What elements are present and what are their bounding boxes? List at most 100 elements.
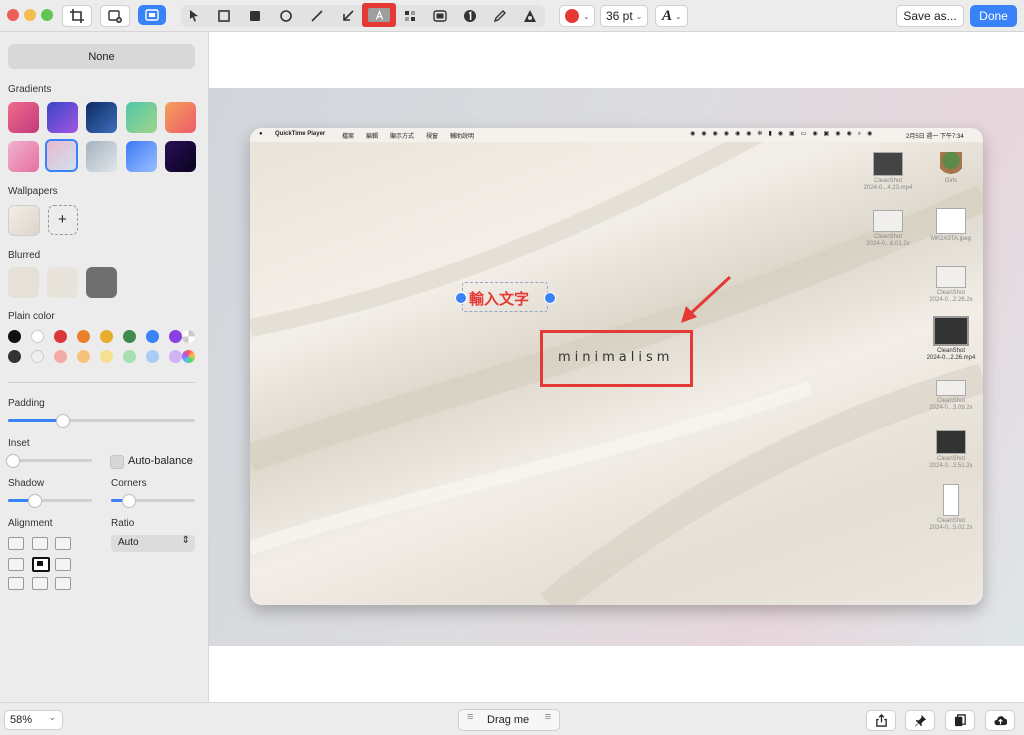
color-light-red[interactable] [54,350,67,363]
color-transparent[interactable] [182,330,195,343]
font-size-select[interactable]: 36 pt ⌄ [600,5,648,27]
close-window-button[interactable] [7,9,19,21]
pin-button[interactable] [905,710,935,731]
upload-cloud-button[interactable] [985,710,1015,731]
minimize-window-button[interactable] [24,9,36,21]
desktop-file-icon[interactable]: CleanShot 2024-0...3.09.2x [922,380,980,412]
corners-label: Corners [111,478,147,489]
align-middle-right[interactable] [55,558,71,571]
selected-color-swatch [565,9,579,23]
gradient-swatch[interactable] [47,102,78,133]
color-green[interactable] [123,330,136,343]
color-dark-gray[interactable] [8,350,21,363]
desktop-file-icon[interactable]: MK2A3TA.jpeg [922,208,980,243]
drag-handle-icon: ≡ [467,711,474,723]
done-button[interactable]: Done [970,5,1017,27]
color-light-purple[interactable] [169,350,182,363]
color-red[interactable] [54,330,67,343]
menubar-menu: 檔案 [342,134,355,140]
resize-handle-right[interactable] [544,292,556,304]
gradient-swatch[interactable] [8,102,39,133]
align-top-left[interactable] [8,537,24,550]
color-orange[interactable] [77,330,90,343]
pencil-tool[interactable] [487,5,513,27]
color-yellow[interactable] [100,330,113,343]
align-middle-left[interactable] [8,558,24,571]
gradient-swatch[interactable] [86,102,117,133]
pixelate-tool[interactable] [397,5,423,27]
highlight-tool[interactable] [427,5,453,27]
blur-tool[interactable] [517,5,543,27]
text-annotation-box[interactable]: 輸入文字 [462,282,548,312]
color-light-orange[interactable] [77,350,90,363]
color-blue[interactable] [146,330,159,343]
desktop-file-icon[interactable]: CleanShot 2024-0...2.26.mp4 [922,316,980,362]
desktop-file-icon[interactable]: CleanShot 2024-0...2.26.2x [922,266,980,304]
ellipse-tool[interactable] [273,5,299,27]
gradient-swatch[interactable] [86,141,117,172]
desktop-file-icon[interactable]: CleanShot 2024-0...6.01.2x [859,210,917,248]
align-bottom-right[interactable] [55,577,71,590]
add-image-button[interactable] [100,5,130,27]
padding-slider[interactable] [8,414,195,428]
blurred-swatch[interactable] [47,267,78,298]
text-tool[interactable] [362,3,396,27]
arrow-tool[interactable] [335,5,361,27]
gradient-swatch-selected[interactable] [45,139,78,172]
inset-slider[interactable] [6,454,92,468]
share-button[interactable] [866,710,896,731]
color-light-green[interactable] [123,350,136,363]
color-light-blue[interactable] [146,350,159,363]
add-wallpaper-button[interactable]: + [48,205,78,235]
pencil-icon [493,10,506,23]
text-style-select[interactable]: A ⌄ [655,5,688,27]
gradient-swatch[interactable] [8,141,39,172]
gradient-swatch[interactable] [165,141,196,172]
ratio-select[interactable]: Auto ⇕ [111,535,195,552]
arrow-select-tool[interactable] [181,5,207,27]
blurred-swatch[interactable] [8,267,39,298]
zoom-select[interactable]: 58% ⌄ [4,710,63,730]
gradient-swatch[interactable] [126,141,157,172]
desktop-file-icon[interactable]: CleanShot 2024-0...3.51.2x [922,430,980,470]
copy-button[interactable] [945,710,975,731]
color-white[interactable] [31,330,44,343]
desktop-file-icon[interactable]: CleanShot 2024-0...5.02.2x [922,484,980,532]
filled-rectangle-tool[interactable] [242,5,268,27]
shadow-slider[interactable] [8,494,92,508]
align-center-selected[interactable] [32,557,50,572]
counter-tool[interactable] [457,5,483,27]
save-as-button[interactable]: Save as... [896,5,964,27]
align-bottom-left[interactable] [8,577,24,590]
align-top-right[interactable] [55,537,71,550]
color-light-gray[interactable] [31,350,44,363]
line-tool[interactable] [304,5,330,27]
blurred-swatch[interactable] [86,267,117,298]
auto-balance-checkbox[interactable] [110,455,124,469]
color-purple[interactable] [169,330,182,343]
text-annotation[interactable]: 輸入文字 [469,288,529,309]
line-icon [311,10,323,22]
color-light-yellow[interactable] [100,350,113,363]
desktop-file-icon[interactable]: CleanShot 2024-0...4.23.mp4 [859,152,917,192]
rectangle-tool[interactable] [211,5,237,27]
crop-button[interactable] [62,5,92,27]
corners-slider[interactable] [111,494,195,508]
resize-handle-left[interactable] [455,292,467,304]
wallpaper-swatch[interactable] [8,205,40,236]
color-wheel-icon[interactable] [182,350,195,363]
color-picker[interactable]: ⌄ [559,5,595,27]
gradient-swatch[interactable] [126,102,157,133]
drag-me-handle[interactable]: ≡ Drag me ≡ [458,709,560,731]
maximize-window-button[interactable] [41,9,53,21]
none-button[interactable]: None [8,44,195,69]
desktop-folder-icon[interactable]: Girls [922,152,980,185]
annotation-arrow-canvas [681,275,732,323]
align-top-center[interactable] [32,537,48,550]
background-button[interactable] [138,5,166,25]
number-one-icon [464,10,476,22]
align-bottom-center[interactable] [32,577,48,590]
screenshot-window[interactable]: ● QuickTime Player 檔案 編輯 顯示方式 視窗 輔助說明 ◉◉… [250,128,983,605]
color-black[interactable] [8,330,21,343]
gradient-swatch[interactable] [165,102,196,133]
